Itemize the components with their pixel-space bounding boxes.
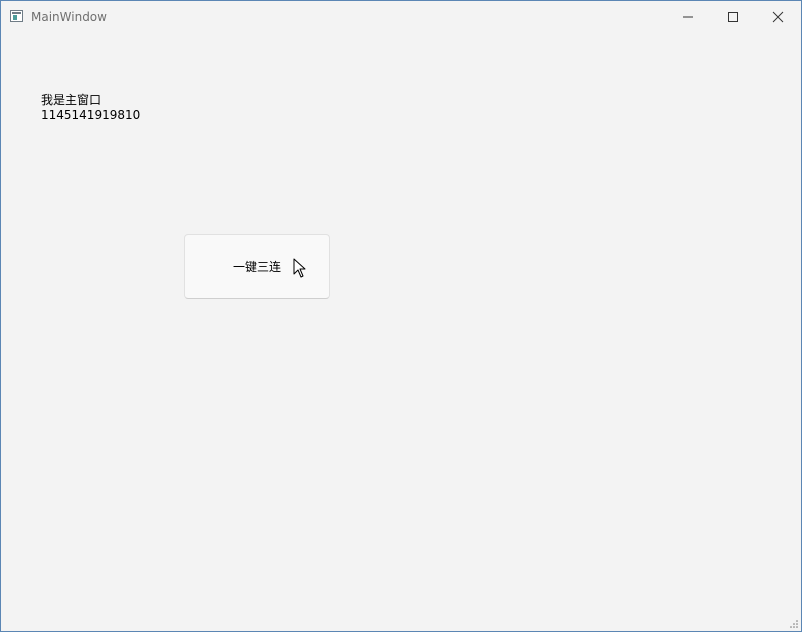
minimize-button[interactable] xyxy=(665,1,711,32)
main-window: MainWindow 我是主窗口 1145141919810 一键三连 xyxy=(0,0,802,632)
mouse-pointer-icon xyxy=(293,258,306,278)
window-title: MainWindow xyxy=(31,10,107,24)
maximize-icon xyxy=(728,12,738,22)
triple-action-button[interactable]: 一键三连 xyxy=(184,234,330,299)
client-area: 我是主窗口 1145141919810 一键三连 xyxy=(1,32,801,631)
minimize-icon xyxy=(683,16,693,18)
close-button[interactable] xyxy=(755,1,801,32)
application-window-icon xyxy=(10,10,23,22)
close-icon xyxy=(772,11,784,23)
button-label: 一键三连 xyxy=(233,260,282,274)
resize-grip-icon[interactable] xyxy=(789,619,799,629)
main-window-label: 我是主窗口 xyxy=(41,93,102,107)
title-bar[interactable]: MainWindow xyxy=(1,1,801,32)
number-label: 1145141919810 xyxy=(41,108,141,122)
maximize-button[interactable] xyxy=(710,1,756,32)
